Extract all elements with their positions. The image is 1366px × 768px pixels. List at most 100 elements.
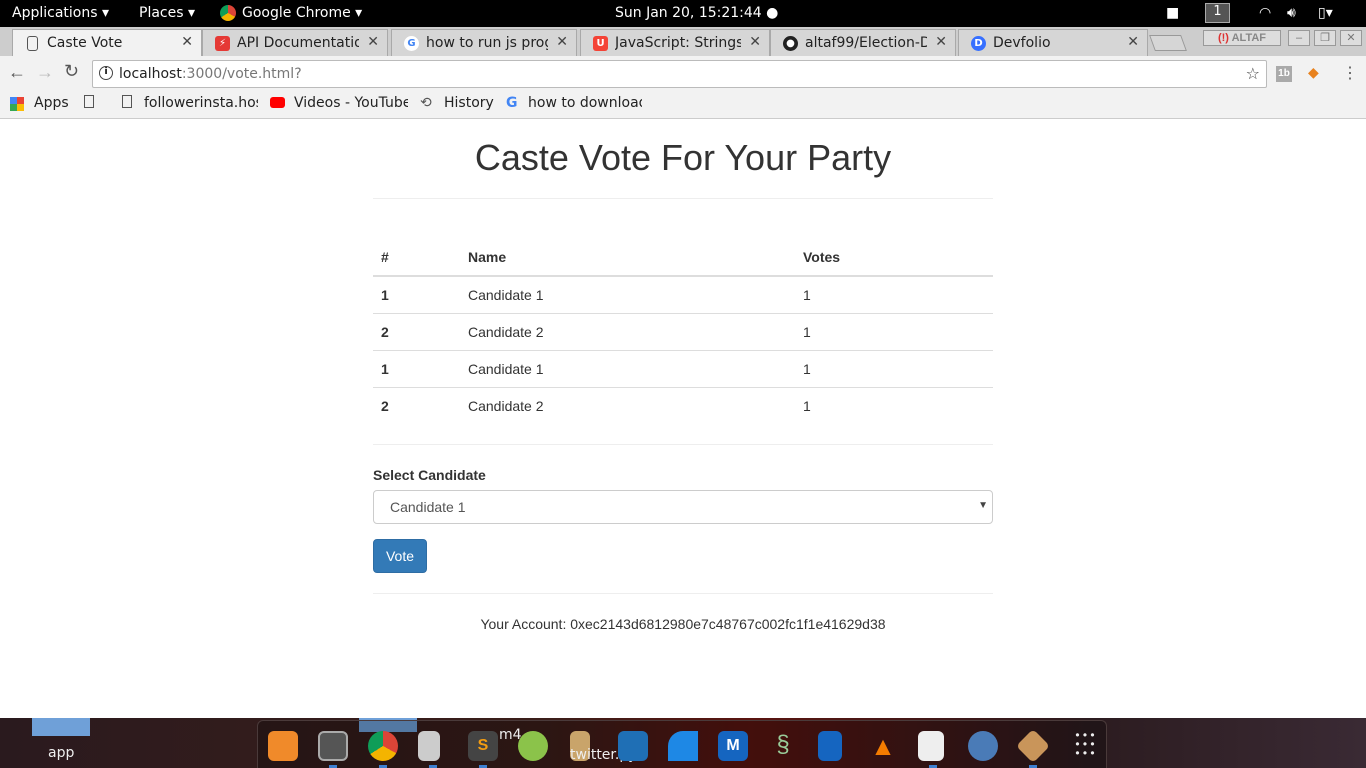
chrome-icon [220,5,236,21]
wireshark-dock-icon[interactable] [668,731,698,761]
wifi-icon[interactable]: ◠ [1259,5,1271,21]
vlc-dock-icon[interactable]: ▲ [868,731,898,761]
bookmark-star-icon[interactable]: ☆ [1246,64,1260,83]
bookmark-document-icon[interactable] [84,95,94,108]
profile-button[interactable]: (!) ALTAF [1203,30,1281,46]
google-icon: G [506,95,518,111]
cell-number: 2 [373,312,460,350]
bookmark-followerinsta[interactable]: followerinsta.hos [144,95,258,111]
volume-icon[interactable]: 🔊︎ [1287,5,1296,21]
selected-candidate: Candidate 1 [390,499,466,515]
api-icon: ⚡ [215,36,230,51]
maximize-button[interactable]: ❐ [1314,30,1336,46]
minimize-button[interactable]: – [1288,30,1310,46]
desktop-folder-icon[interactable] [32,718,90,736]
back-icon[interactable]: ← [8,62,26,83]
writer-dock-icon[interactable] [818,731,842,761]
github-icon: ● [783,36,798,51]
close-window-button[interactable]: ✕ [1340,30,1362,46]
clock[interactable]: Sun Jan 20, 15:21:44 ● [615,5,778,21]
profile-name: ALTAF [1231,32,1267,44]
tab-title: JavaScript: Strings [615,35,741,51]
menu-icon[interactable]: ⋮ [1342,63,1358,83]
close-tab-icon[interactable]: ✕ [556,34,568,50]
tab-github[interactable]: ● altaf99/Election-Da ✕ [770,29,956,56]
youtube-icon [270,97,285,108]
cell-votes: 1 [795,386,993,424]
close-tab-icon[interactable]: ✕ [1127,34,1139,50]
cell-name: Candidate 2 [460,386,795,424]
table-row: 2 Candidate 21 [373,386,993,424]
table-row: 1 Candidate 11 [373,349,993,387]
column-header-number: # [373,239,460,277]
applications-menu[interactable]: Applications ▾ [12,5,109,21]
show-apps-icon[interactable]: • • • • • • • • • [1070,729,1100,761]
tab-devfolio[interactable]: D Devfolio ✕ [958,29,1148,56]
bookmark-youtube[interactable]: Videos - YouTube [294,95,408,111]
vote-button[interactable]: Vote [373,539,427,573]
page-title: Caste Vote For Your Party [474,137,892,178]
firefox-dock-icon[interactable] [268,731,298,761]
close-tab-icon[interactable]: ✕ [749,34,761,50]
sublime-dock-icon[interactable]: S [468,731,498,761]
cell-votes: 1 [795,312,993,350]
address-bar[interactable]: i localhost:3000/vote.html? ☆ [92,60,1267,88]
tab-api-documentation[interactable]: ⚡ API Documentation ✕ [202,29,388,56]
table-row: 2 Candidate 21 [373,312,993,350]
video-icon[interactable]: ■ [1166,5,1179,21]
system-top-bar: Applications ▾ Places ▾ Google Chrome ▾ … [0,0,1366,27]
battery-icon[interactable]: ▯▾ [1318,5,1333,21]
android-dock-icon[interactable] [518,731,548,761]
url-path: :3000/vote.html? [181,66,302,82]
table-header-row: # Name Votes [373,239,993,277]
reload-icon[interactable]: ↻ [64,61,79,82]
places-menu[interactable]: Places ▾ [139,5,195,21]
info-icon[interactable]: i [99,66,113,80]
apps-grid-icon [10,97,24,111]
page-content: Caste Vote For Your Party # Name Votes 1… [0,119,1366,718]
new-tab-button[interactable] [1149,35,1187,51]
tab-javascript-strings[interactable]: U JavaScript: Strings ✕ [580,29,770,56]
tab-title: API Documentation [237,35,359,51]
taskbar: app S m4 twitter.py M § ▲ • • • • • • • • … [0,718,1366,768]
select-candidate-label: Select Candidate [373,467,486,483]
bookmark-apps[interactable]: Apps [34,95,69,111]
close-tab-icon[interactable]: ✕ [181,34,193,50]
url-host: localhost [119,66,182,82]
cell-name: Candidate 2 [460,312,795,350]
forward-icon[interactable]: → [36,62,54,83]
workspace-indicator[interactable]: 1 [1205,3,1230,23]
cell-votes: 1 [795,275,993,313]
package-dock-icon[interactable] [1016,729,1050,763]
text-editor-dock-icon[interactable] [918,731,944,761]
snake-dock-icon[interactable]: § [768,731,798,761]
divider [373,593,993,594]
close-tab-icon[interactable]: ✕ [367,34,379,50]
document-icon [27,36,38,51]
column-header-votes: Votes [795,239,993,277]
metasploit-dock-icon[interactable]: M [718,731,748,761]
tab-title: how to run js progra [426,35,548,51]
app-menu[interactable]: Google Chrome ▾ [242,5,362,21]
candidate-select[interactable]: Candidate 1 ▼ [373,490,993,524]
history-icon: ⟲ [420,95,432,111]
bookmark-how-to-download[interactable]: how to download [528,95,642,111]
candidates-table: # Name Votes 1 Candidate 11 2 Candidate 21… [373,239,993,424]
bookmark-history[interactable]: History [444,95,494,111]
column-header-name: Name [460,239,795,277]
terminal-dock-icon[interactable] [318,731,348,761]
chrome-dock-icon[interactable] [368,731,398,761]
extension-1b-icon[interactable]: 1b [1276,66,1292,82]
desktop-label-app[interactable]: app [48,745,74,761]
metamask-icon[interactable]: ◆ [1308,64,1319,81]
cell-number: 1 [373,275,460,313]
document-icon [122,95,132,108]
dropdown-arrow-icon: ▼ [978,500,988,511]
close-tab-icon[interactable]: ✕ [935,34,947,50]
files-dock-icon[interactable] [418,731,440,761]
tab-caste-vote[interactable]: Caste Vote ✕ [12,29,202,56]
remmina-dock-icon[interactable] [968,731,998,761]
tab-strip: Caste Vote ✕ ⚡ API Documentation ✕ Ghow to … [0,27,1366,56]
tab-google-search[interactable]: Ghow to run js progra ✕ [391,29,577,56]
vscode-dock-icon[interactable] [618,731,648,761]
